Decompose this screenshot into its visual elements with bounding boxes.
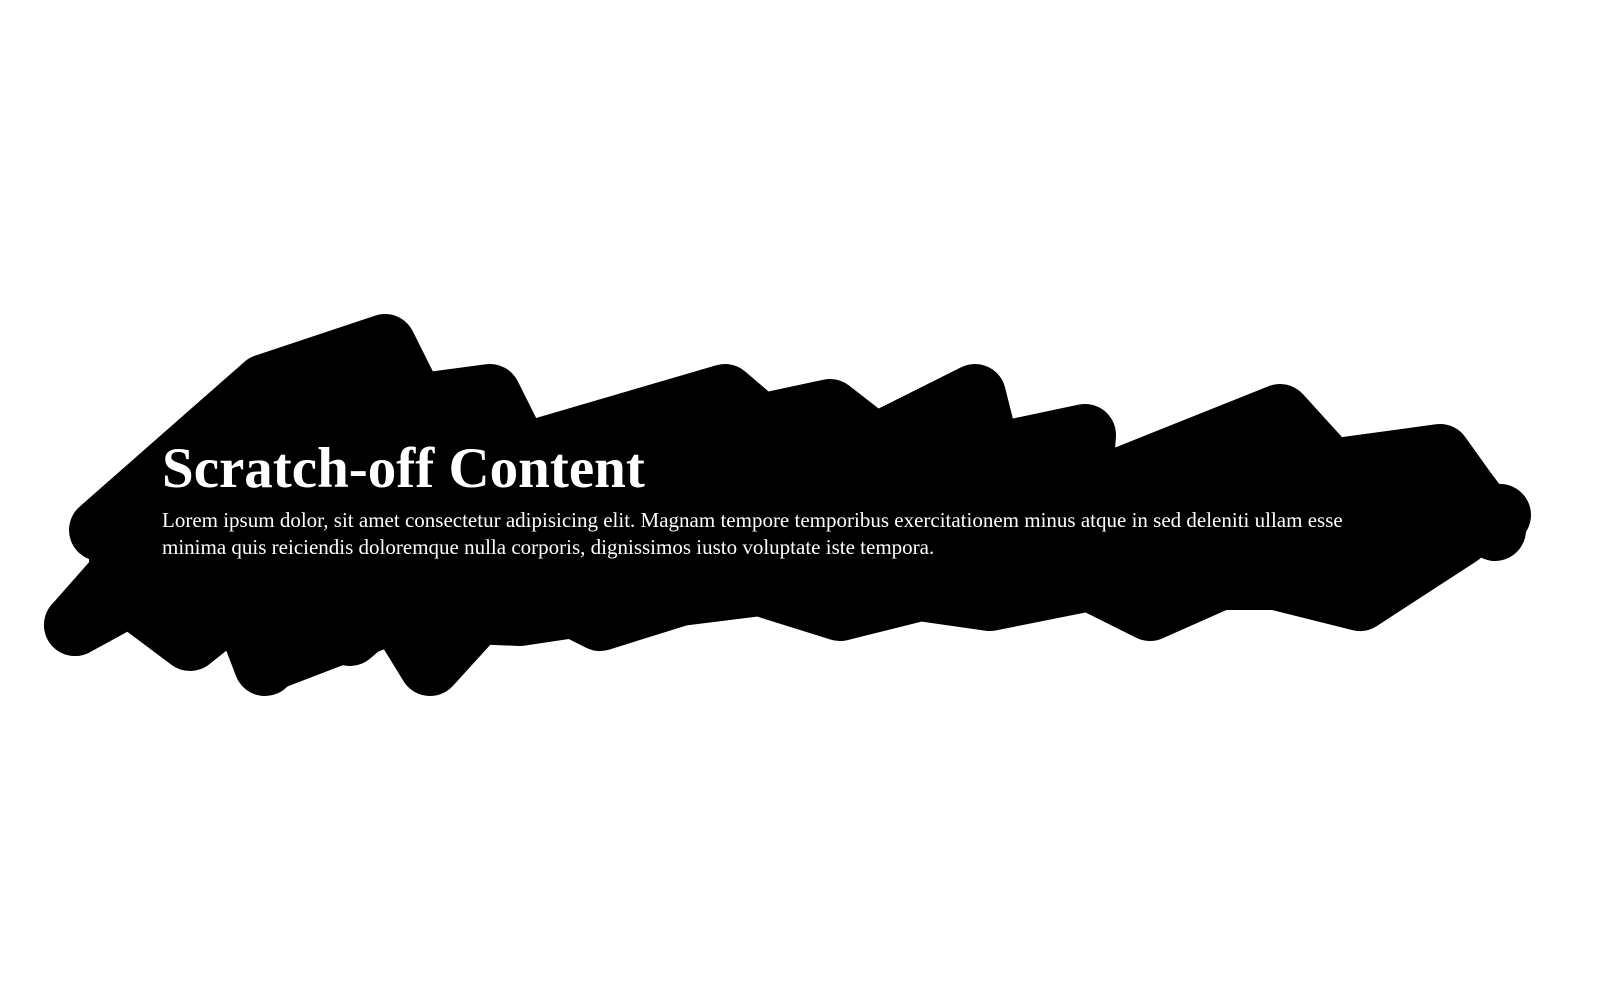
hidden-content: Scratch-off Content Lorem ipsum dolor, s… bbox=[162, 440, 1422, 562]
page-title: Scratch-off Content bbox=[162, 437, 645, 500]
content-paragraph: Lorem ipsum dolor, sit amet consectetur … bbox=[162, 508, 1343, 560]
scratch-card-stage: Scratch-off Content Lorem ipsum dolor, s… bbox=[0, 0, 1600, 1000]
